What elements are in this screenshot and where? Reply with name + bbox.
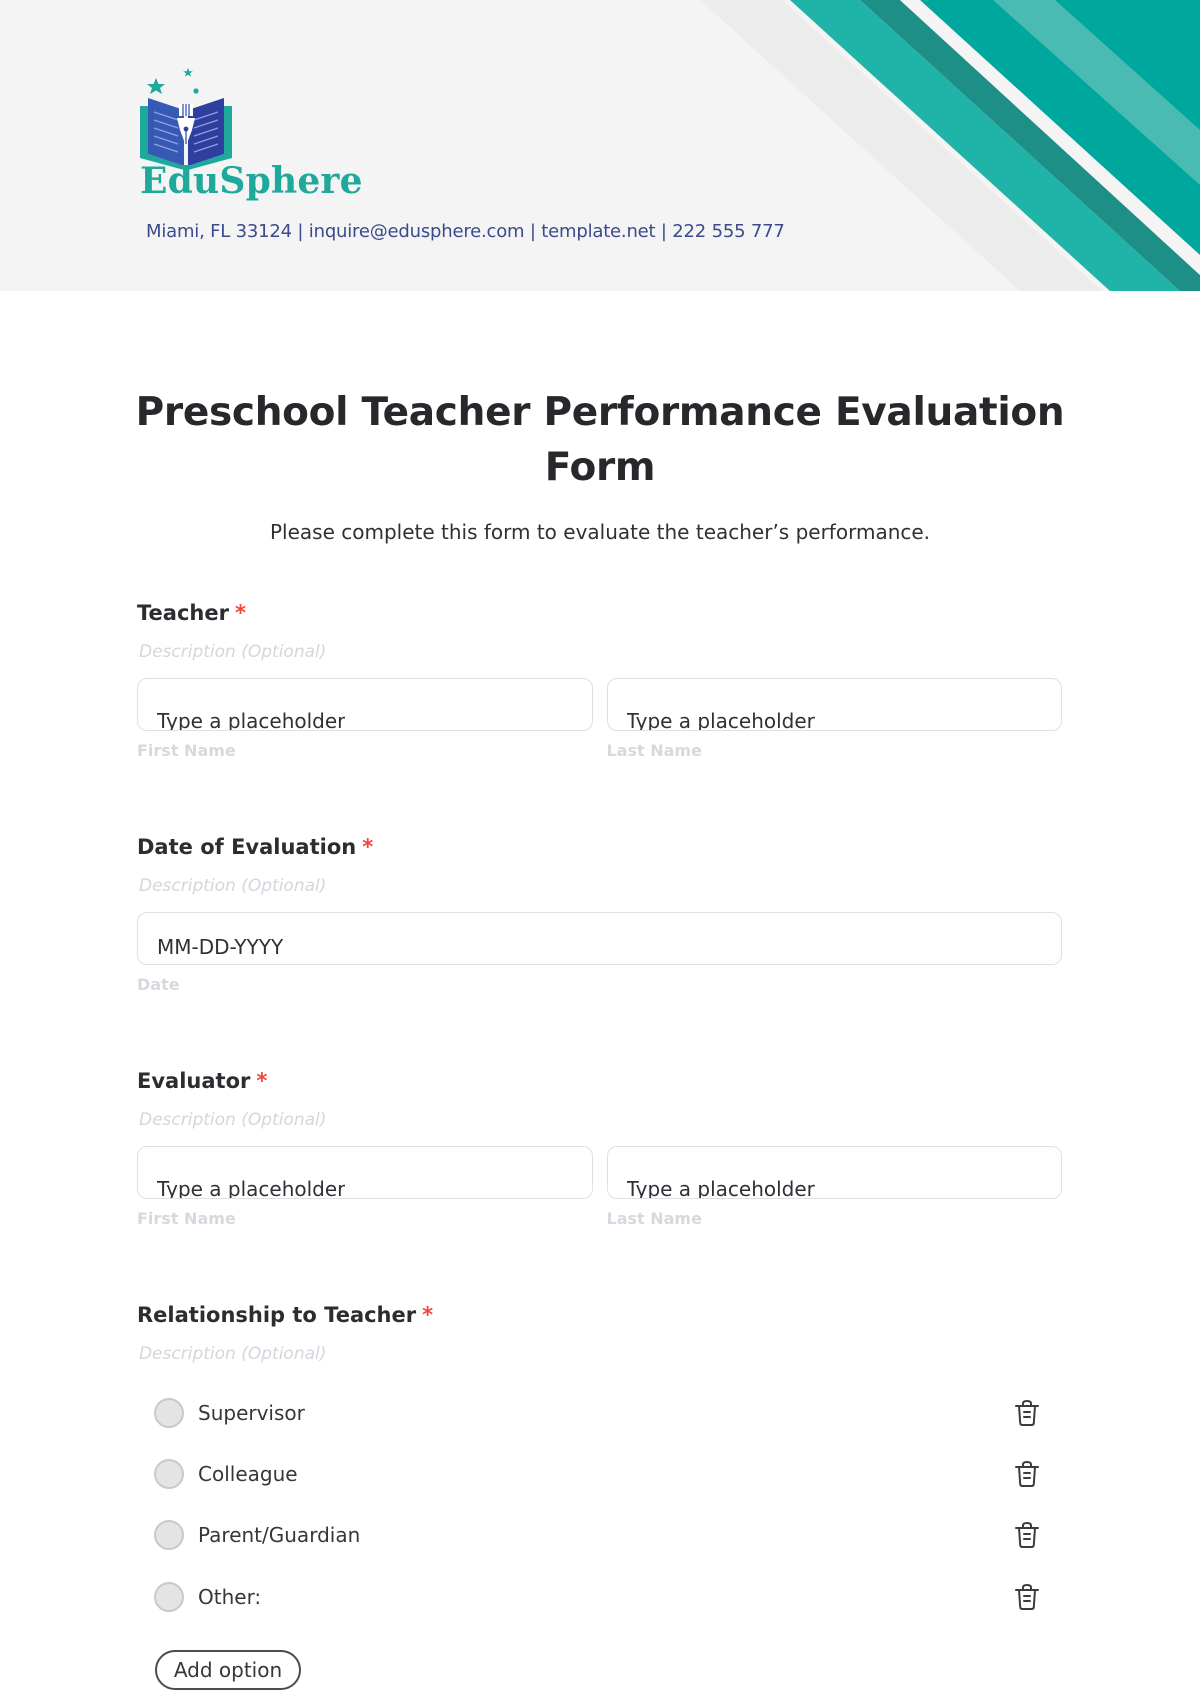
description-field[interactable]: Description (Optional) [137, 874, 1062, 898]
option-label[interactable]: Other: [198, 1585, 261, 1609]
input-placeholder: MM-DD-YYYY [157, 935, 284, 959]
required-marker: * [422, 1303, 434, 1327]
trash-icon[interactable] [1014, 1399, 1040, 1427]
input-placeholder: Type a placeholder [626, 709, 815, 730]
evaluation-date-input[interactable]: MM-DD-YYYY [137, 912, 1062, 965]
first-name-field: Type a placeholder First Name [137, 1146, 593, 1228]
description-field[interactable]: Description (Optional) [137, 1108, 1062, 1132]
brand-name: EduSphere [140, 160, 363, 202]
question-label-text: Relationship to Teacher [137, 1303, 417, 1327]
question-date-of-evaluation: Date of Evaluation * Description (Optiona… [137, 832, 1062, 994]
question-label-text: Evaluator [137, 1069, 251, 1093]
question-label: Date of Evaluation * [137, 832, 1062, 862]
option-label[interactable]: Colleague [198, 1462, 298, 1486]
trash-icon[interactable] [1014, 1460, 1040, 1488]
form-subtitle: Please complete this form to evaluate th… [269, 520, 931, 544]
date-field: MM-DD-YYYY Date [137, 912, 1062, 994]
radio-button[interactable] [154, 1581, 184, 1612]
form-title: Preschool Teacher Performance Evaluation… [135, 390, 1065, 490]
radio-options: Supervisor Colleague Parent/Guardian Oth… [137, 1382, 1062, 1627]
required-marker: * [256, 1069, 268, 1093]
question-evaluator: Evaluator * Description (Optional) Type a… [137, 1066, 1062, 1228]
radio-button[interactable] [154, 1397, 184, 1428]
input-placeholder: Type a placeholder [626, 1177, 815, 1198]
sub-label: Date [137, 975, 180, 994]
question-label: Teacher * [137, 598, 1062, 628]
required-marker: * [234, 601, 246, 625]
contact-line: Miami, FL 33124 | inquire@edusphere.com … [146, 221, 785, 242]
sub-label: Last Name [606, 1209, 702, 1228]
teacher-last-name-input[interactable]: Type a placeholder [606, 678, 1062, 731]
sub-label: Last Name [606, 741, 702, 760]
question-teacher: Teacher * Description (Optional) Type a p… [137, 598, 1062, 760]
last-name-field: Type a placeholder Last Name [606, 678, 1062, 760]
question-label: Evaluator * [137, 1066, 1062, 1096]
required-marker: * [362, 835, 374, 859]
sub-label: First Name [137, 741, 236, 760]
option-colleague: Colleague [137, 1443, 1062, 1504]
option-parent-guardian: Parent/Guardian [137, 1505, 1062, 1566]
trash-icon[interactable] [1014, 1583, 1040, 1611]
option-supervisor: Supervisor [137, 1382, 1062, 1443]
evaluator-last-name-input[interactable]: Type a placeholder [606, 1146, 1062, 1199]
teacher-first-name-input[interactable]: Type a placeholder [137, 678, 593, 731]
sub-label: First Name [137, 1209, 236, 1228]
input-placeholder: Type a placeholder [157, 1177, 346, 1198]
question-label: Relationship to Teacher * [137, 1300, 1062, 1330]
question-label-text: Teacher [137, 601, 229, 625]
radio-button[interactable] [154, 1520, 184, 1551]
add-option-button[interactable]: Add option [155, 1650, 301, 1690]
open-book-pen-stars-icon [140, 68, 232, 170]
option-label[interactable]: Parent/Guardian [198, 1523, 360, 1547]
option-label[interactable]: Supervisor [198, 1401, 305, 1425]
radio-button[interactable] [154, 1458, 184, 1489]
trash-icon[interactable] [1014, 1521, 1040, 1549]
option-other: Other: [137, 1566, 1062, 1627]
evaluator-first-name-input[interactable]: Type a placeholder [137, 1146, 593, 1199]
page-header: EduSphere Miami, FL 33124 | inquire@edus… [0, 0, 1200, 291]
description-field[interactable]: Description (Optional) [137, 1342, 1062, 1366]
description-field[interactable]: Description (Optional) [137, 640, 1062, 664]
input-placeholder: Type a placeholder [157, 709, 346, 730]
first-name-field: Type a placeholder First Name [137, 678, 593, 760]
last-name-field: Type a placeholder Last Name [606, 1146, 1062, 1228]
question-label-text: Date of Evaluation [137, 835, 357, 859]
question-relationship-to-teacher: Relationship to Teacher * Description (Op… [137, 1300, 1062, 1627]
